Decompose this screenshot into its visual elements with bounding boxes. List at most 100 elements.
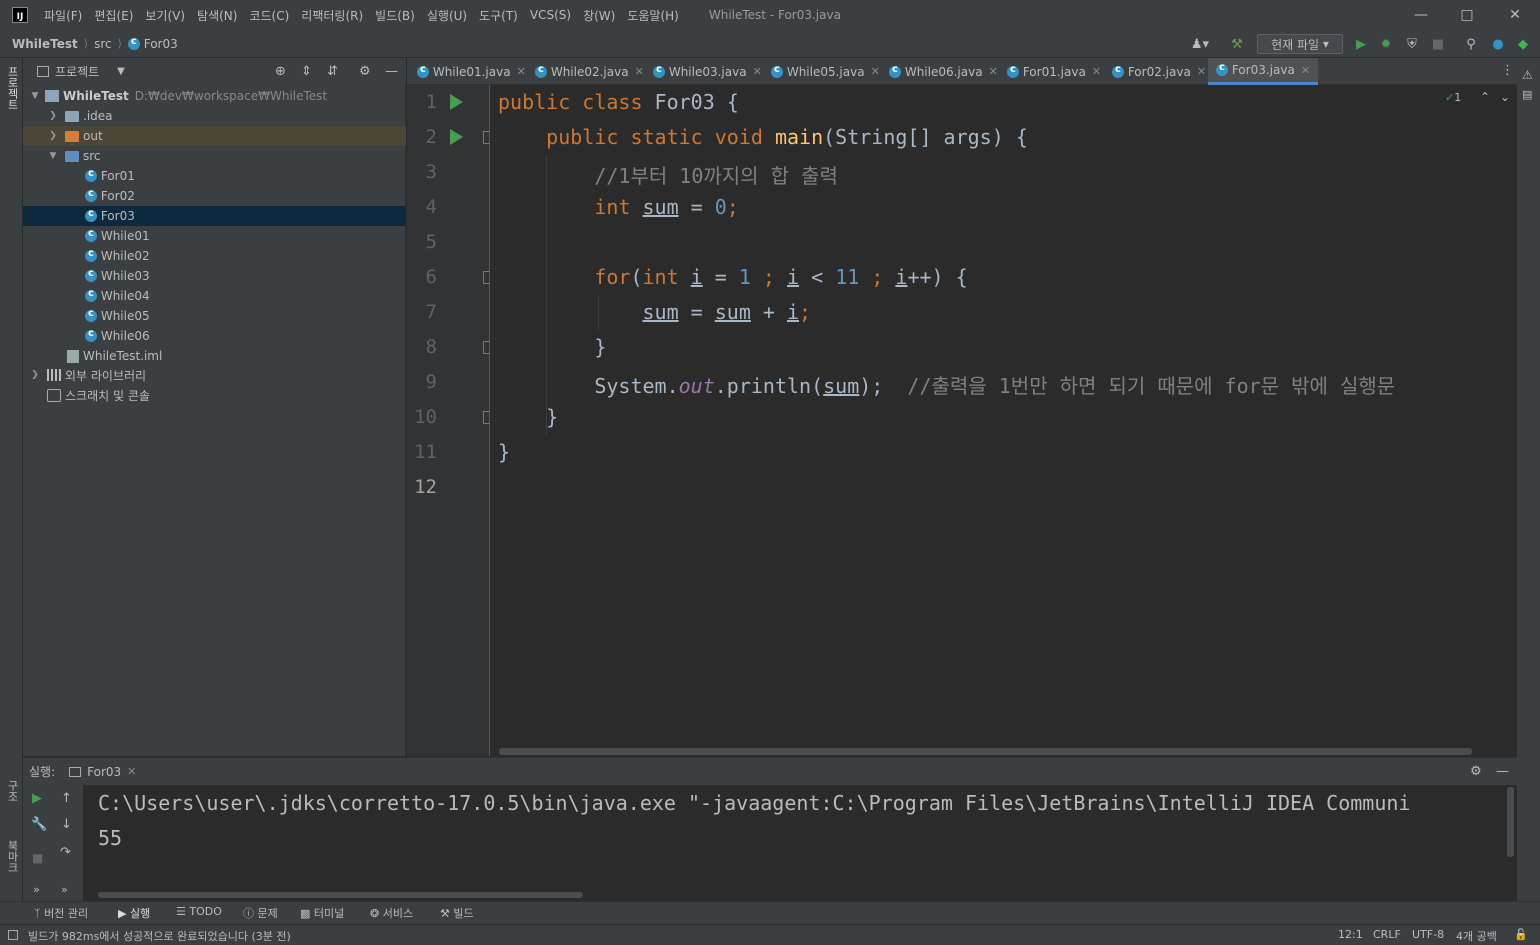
menu-run[interactable]: 실행(U) xyxy=(421,7,473,24)
horizontal-scrollbar[interactable] xyxy=(499,748,1472,755)
file-encoding[interactable]: UTF-8 xyxy=(1412,928,1444,941)
breadcrumb-file[interactable]: For03 xyxy=(122,36,178,51)
breadcrumb-src[interactable]: src xyxy=(88,37,112,51)
chevron-down-icon[interactable]: ⌄ xyxy=(1500,90,1510,104)
tree-item-idea[interactable]: ❯ .idea xyxy=(23,106,406,126)
code-editor[interactable]: public class For03 { public static void … xyxy=(490,85,1517,756)
chevron-right-icon[interactable]: ❯ xyxy=(47,131,59,141)
search-icon[interactable]: ⚲ xyxy=(1462,34,1480,54)
tool-todo[interactable]: ☰ TODO xyxy=(176,905,222,918)
run-icon[interactable]: ▶ xyxy=(1353,34,1369,54)
menu-file[interactable]: 파일(F) xyxy=(38,7,88,24)
horizontal-scrollbar[interactable] xyxy=(98,892,583,898)
close-tab-icon[interactable]: ✕ xyxy=(753,65,762,78)
tree-item-for02[interactable]: For02 xyxy=(23,186,406,206)
tree-item-while05[interactable]: While05 xyxy=(23,306,406,326)
console-output[interactable]: C:\Users\user\.jdks\corretto-17.0.5\bin\… xyxy=(83,785,1517,901)
menu-window[interactable]: 창(W) xyxy=(577,7,621,24)
menu-build[interactable]: 빌드(B) xyxy=(369,7,421,24)
tab-while05[interactable]: While05.java✕ xyxy=(771,58,880,85)
tool-vcs[interactable]: ᛉ 버전 관리 xyxy=(34,905,88,921)
close-tab-icon[interactable]: ✕ xyxy=(871,65,880,78)
database-icon[interactable]: ▤ xyxy=(1522,88,1532,101)
gear-icon[interactable]: ⚙ xyxy=(359,64,371,79)
menu-help[interactable]: 도움말(H) xyxy=(621,7,685,24)
chevron-right-icon[interactable]: ❯ xyxy=(29,370,41,380)
close-tab-icon[interactable]: ✕ xyxy=(1197,65,1206,78)
indent-setting[interactable]: 4개 공백 xyxy=(1456,928,1497,944)
more-actions-icon[interactable]: » xyxy=(61,883,68,896)
tab-while01[interactable]: While01.java✕ xyxy=(417,58,526,85)
menu-code[interactable]: 코드(C) xyxy=(243,7,295,24)
stop-icon[interactable]: ■ xyxy=(1430,34,1446,54)
menu-refactor[interactable]: 리팩터링(R) xyxy=(295,7,369,24)
more-actions-icon[interactable]: » xyxy=(33,883,40,896)
caret-position[interactable]: 12:1 xyxy=(1338,928,1363,941)
tab-while06[interactable]: While06.java✕ xyxy=(889,58,998,85)
hide-panel-icon[interactable]: — xyxy=(1496,764,1509,779)
project-tool-tab[interactable]: 프로젝트 xyxy=(4,66,20,110)
tree-item-for01[interactable]: For01 xyxy=(23,166,406,186)
tree-item-while04[interactable]: While04 xyxy=(23,286,406,306)
build-hammer-icon[interactable]: ⚒ xyxy=(1228,34,1246,54)
close-tab-icon[interactable]: ✕ xyxy=(1301,64,1310,77)
tab-for02[interactable]: For02.java✕ xyxy=(1112,58,1206,85)
menu-edit[interactable]: 편집(E) xyxy=(88,7,139,24)
intellij-logo-icon[interactable]: IJ xyxy=(12,7,28,23)
tool-problems[interactable]: ⓘ 문제 xyxy=(243,905,278,921)
run-main-icon[interactable] xyxy=(450,129,463,145)
bookmarks-tool-tab[interactable]: 북마크 xyxy=(4,840,20,873)
tree-item-while03[interactable]: While03 xyxy=(23,266,406,286)
tool-terminal[interactable]: ▩ 터미널 xyxy=(300,905,344,921)
close-tab-icon[interactable]: ✕ xyxy=(635,65,644,78)
run-tab-for03[interactable]: For03 xyxy=(87,765,121,779)
tree-item-src[interactable]: ▼ src xyxy=(23,146,406,166)
tree-item-iml[interactable]: WhileTest.iml xyxy=(23,346,406,366)
expand-all-icon[interactable]: ⇕ xyxy=(301,64,312,79)
tab-while03[interactable]: While03.java✕ xyxy=(653,58,762,85)
tree-item-while02[interactable]: While02 xyxy=(23,246,406,266)
tree-item-scratches[interactable]: 스크래치 및 콘솔 xyxy=(23,385,406,405)
close-tab-icon[interactable]: ✕ xyxy=(989,65,998,78)
menu-vcs[interactable]: VCS(S) xyxy=(524,8,577,22)
minimize-button[interactable]: — xyxy=(1398,0,1444,30)
tab-while02[interactable]: While02.java✕ xyxy=(535,58,644,85)
close-run-tab-icon[interactable]: ✕ xyxy=(127,765,136,778)
tool-build[interactable]: ⚒ 빌드 xyxy=(440,905,474,921)
chevron-up-icon[interactable]: ⌃ xyxy=(1480,90,1490,104)
rerun-icon[interactable]: ▶ xyxy=(32,791,42,806)
menu-navigate[interactable]: 탐색(N) xyxy=(191,7,243,24)
chevron-down-icon[interactable]: ▼ xyxy=(29,91,41,101)
tree-item-while06[interactable]: While06 xyxy=(23,326,406,346)
notifications-icon[interactable]: ⚠ xyxy=(1522,68,1533,82)
collapse-all-icon[interactable]: ⇵ xyxy=(327,64,338,79)
menu-view[interactable]: 보기(V) xyxy=(139,7,191,24)
menu-tools[interactable]: 도구(T) xyxy=(473,7,524,24)
tab-for03[interactable]: For03.java✕ xyxy=(1208,58,1319,85)
inspection-widget[interactable]: ✓1 xyxy=(1445,91,1461,104)
locate-icon[interactable]: ⊕ xyxy=(275,64,286,79)
line-ending[interactable]: CRLF xyxy=(1373,928,1401,941)
close-button[interactable]: ✕ xyxy=(1492,0,1538,30)
arrow-up-icon[interactable]: ↑ xyxy=(61,791,72,806)
tool-services[interactable]: ❂ 서비스 xyxy=(370,905,413,921)
maximize-button[interactable]: □ xyxy=(1444,0,1490,30)
tree-item-while01[interactable]: While01 xyxy=(23,226,406,246)
chevron-right-icon[interactable]: ❯ xyxy=(47,111,59,121)
status-message[interactable]: 빌드가 982ms에서 성공적으로 완료되었습니다 (3분 전) xyxy=(28,928,291,944)
close-tab-icon[interactable]: ✕ xyxy=(517,65,526,78)
run-class-icon[interactable] xyxy=(450,94,463,110)
update-icon[interactable]: ● xyxy=(1489,34,1507,54)
tree-item-root[interactable]: ▼ WhileTest D:₩dev₩workspace₩WhileTest xyxy=(23,86,406,106)
tool-run[interactable]: ▶ 실행 xyxy=(118,905,150,921)
vertical-scrollbar[interactable] xyxy=(1507,787,1514,857)
tree-item-out[interactable]: ❯ out xyxy=(23,126,406,146)
breadcrumb-project[interactable]: WhileTest xyxy=(0,37,78,51)
plugin-icon[interactable]: ◆ xyxy=(1514,34,1532,54)
user-icon[interactable]: ♟▾ xyxy=(1186,34,1214,54)
chevron-down-icon[interactable]: ▼ xyxy=(47,151,59,161)
soft-wrap-icon[interactable]: ↷ xyxy=(60,845,71,860)
lock-icon[interactable]: 🔓 xyxy=(1514,928,1528,941)
wrench-icon[interactable]: 🔧 xyxy=(31,817,47,832)
arrow-down-icon[interactable]: ↓ xyxy=(61,817,72,832)
